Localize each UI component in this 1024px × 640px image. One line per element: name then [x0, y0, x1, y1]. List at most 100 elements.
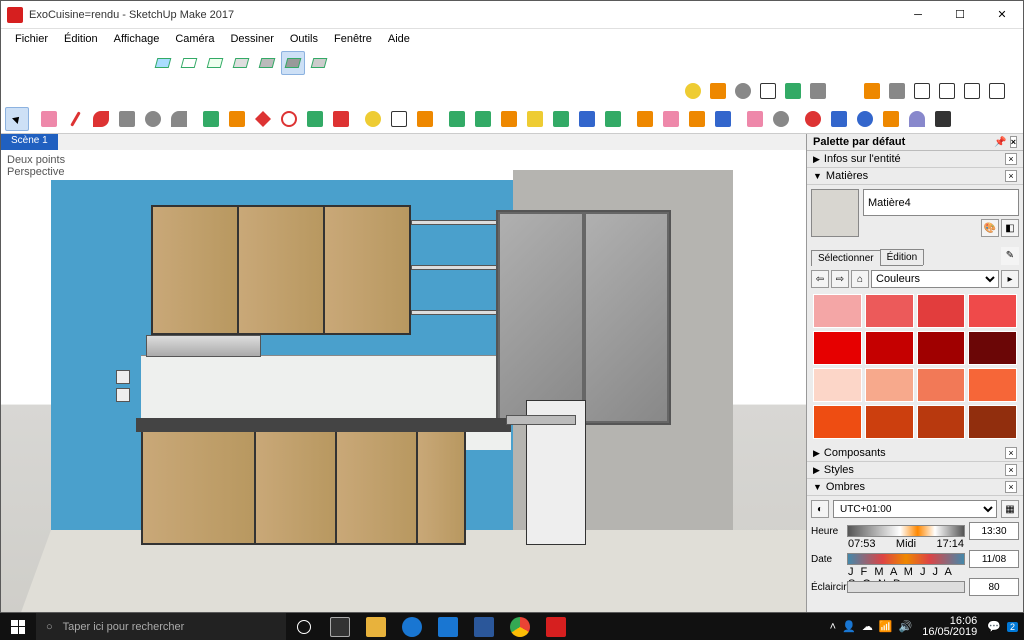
home-button[interactable]: ⌂: [851, 270, 869, 288]
line-button[interactable]: [63, 107, 87, 131]
freehand-button[interactable]: [89, 107, 113, 131]
circle-button[interactable]: [141, 107, 165, 131]
select-button[interactable]: [5, 107, 29, 131]
color-swatch[interactable]: [968, 294, 1017, 328]
solid-subtract-button[interactable]: [935, 79, 959, 103]
styles-panel[interactable]: ▶Styles×: [807, 462, 1023, 479]
scene-tab-1[interactable]: Scène 1: [1, 134, 58, 150]
store-icon[interactable]: [430, 613, 466, 640]
minimize-button[interactable]: ─: [897, 1, 939, 29]
tray-close[interactable]: ×: [1010, 136, 1017, 148]
eraser-button[interactable]: [37, 107, 61, 131]
default-material-button[interactable]: ◧: [1001, 219, 1019, 237]
edge-icon[interactable]: [394, 613, 430, 640]
paint-button[interactable]: [413, 107, 437, 131]
explorer-icon[interactable]: [358, 613, 394, 640]
color-swatch[interactable]: [813, 405, 862, 439]
zoom-button[interactable]: [769, 107, 793, 131]
solid-trim-button[interactable]: [960, 79, 984, 103]
solid-outer-button[interactable]: [860, 79, 884, 103]
entity-info-panel[interactable]: ▶Infos sur l'entité×: [807, 151, 1023, 168]
color-swatch[interactable]: [917, 331, 966, 365]
back-button[interactable]: ⇦: [811, 270, 829, 288]
tape-button[interactable]: [361, 107, 385, 131]
move-button[interactable]: [251, 107, 275, 131]
color-swatch[interactable]: [865, 368, 914, 402]
maximize-button[interactable]: ☐: [939, 1, 981, 29]
zoom-ext-button[interactable]: [879, 107, 903, 131]
color-swatch[interactable]: [968, 368, 1017, 402]
select-tab[interactable]: Sélectionner: [811, 250, 881, 266]
pin-icon[interactable]: 📌: [994, 137, 1006, 148]
menu-view[interactable]: Affichage: [106, 31, 168, 47]
pan-button[interactable]: [827, 107, 851, 131]
followme-button[interactable]: [225, 107, 249, 131]
menu-camera[interactable]: Caméra: [167, 31, 222, 47]
taskbar-search[interactable]: ○ Taper ici pour rechercher: [36, 613, 286, 640]
clock[interactable]: 16:0616/05/2019: [918, 616, 981, 638]
forward-button[interactable]: ⇨: [831, 270, 849, 288]
materials-panel-header[interactable]: ▼Matières×: [807, 168, 1023, 185]
menu-draw[interactable]: Dessiner: [222, 31, 281, 47]
color-swatch[interactable]: [968, 331, 1017, 365]
taskview-icon[interactable]: [322, 613, 358, 640]
component-4[interactable]: [711, 107, 735, 131]
dimension-button[interactable]: [706, 79, 730, 103]
3d-viewport[interactable]: Deux points Perspective: [1, 150, 806, 612]
notifications-icon[interactable]: 💬: [987, 620, 1001, 633]
solid-split-button[interactable]: [985, 79, 1009, 103]
style-tex-btn[interactable]: [255, 51, 279, 75]
people-icon[interactable]: 👤: [842, 620, 856, 633]
orbit-button[interactable]: [801, 107, 825, 131]
sandbox-2[interactable]: [471, 107, 495, 131]
light-input[interactable]: [969, 578, 1019, 596]
tray-chevron[interactable]: ˄: [830, 621, 836, 633]
menu-help[interactable]: Aide: [380, 31, 418, 47]
text-button[interactable]: [756, 79, 780, 103]
components-panel[interactable]: ▶Composants×: [807, 445, 1023, 462]
component-2[interactable]: [659, 107, 683, 131]
protractor-button[interactable]: [731, 79, 755, 103]
shadows-panel-header[interactable]: ▼Ombres×: [807, 479, 1023, 496]
date-slider[interactable]: J F M A M J J A S O N D: [847, 553, 965, 565]
create-material-button[interactable]: 🎨: [981, 219, 999, 237]
start-button[interactable]: [0, 613, 36, 640]
wifi-icon[interactable]: 📶: [879, 620, 893, 633]
color-swatch[interactable]: [968, 405, 1017, 439]
rectangle-button[interactable]: [115, 107, 139, 131]
person-button[interactable]: [743, 107, 767, 131]
style-xray-btn[interactable]: [307, 51, 331, 75]
color-swatch[interactable]: [865, 294, 914, 328]
scale-button[interactable]: [303, 107, 327, 131]
shadow-toggle[interactable]: ◐: [811, 500, 829, 518]
menu-button[interactable]: ▸: [1001, 270, 1019, 288]
sandbox-6[interactable]: [575, 107, 599, 131]
style-face-btn[interactable]: [151, 51, 175, 75]
sandbox-5[interactable]: [549, 107, 573, 131]
pushpull-button[interactable]: [199, 107, 223, 131]
tape-measure-button[interactable]: [681, 79, 705, 103]
sandbox-7[interactable]: [601, 107, 625, 131]
look-button[interactable]: [905, 107, 929, 131]
sandbox-4[interactable]: [523, 107, 547, 131]
color-swatch[interactable]: [865, 331, 914, 365]
axes-button[interactable]: [781, 79, 805, 103]
style-hidden-btn[interactable]: [203, 51, 227, 75]
eyedropper-button[interactable]: ✎: [1001, 247, 1019, 265]
component-3[interactable]: [685, 107, 709, 131]
arc-button[interactable]: [167, 107, 191, 131]
rotate-button[interactable]: [277, 107, 301, 131]
material-name-input[interactable]: [863, 189, 1019, 216]
zoom-in-button[interactable]: [853, 107, 877, 131]
3dtext-button[interactable]: [806, 79, 830, 103]
color-swatch[interactable]: [813, 294, 862, 328]
walk-button[interactable]: [931, 107, 955, 131]
style-wire-btn[interactable]: [177, 51, 201, 75]
sandbox-1[interactable]: [445, 107, 469, 131]
date-input[interactable]: [969, 550, 1019, 568]
label-button[interactable]: [387, 107, 411, 131]
style-mono-btn[interactable]: [281, 51, 305, 75]
hour-input[interactable]: [969, 522, 1019, 540]
solid-intersect-button[interactable]: [885, 79, 909, 103]
style-shaded-btn[interactable]: [229, 51, 253, 75]
